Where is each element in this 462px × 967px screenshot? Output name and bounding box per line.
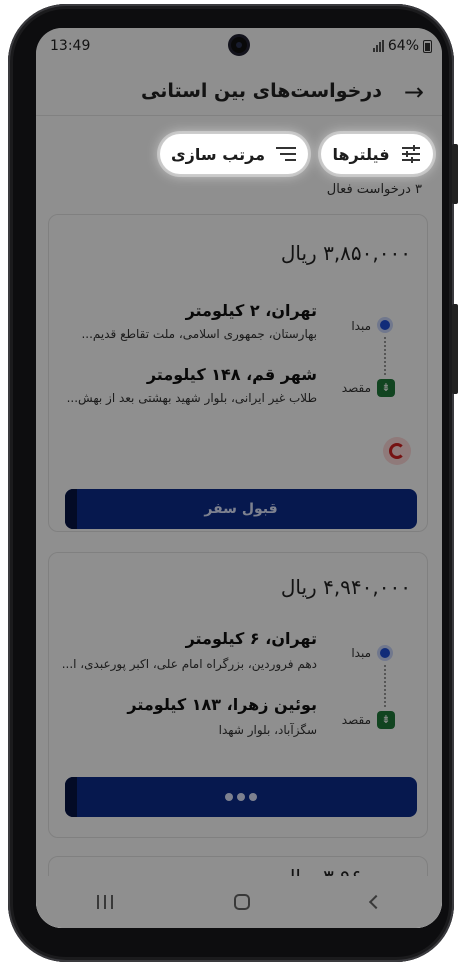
loading-dots-icon — [225, 793, 257, 801]
route-line — [384, 665, 386, 707]
destination-city: شهر قم، ۱۴۸ کیلومتر — [146, 365, 317, 384]
origin-address: دهم فروردین، بزرگراه امام علی، اکبر پورع… — [61, 657, 317, 671]
request-price: ۳,۸۵۰,۰۰۰ ریال — [280, 241, 411, 265]
origin-dot-icon — [377, 645, 393, 661]
request-price: ۴,۹۴۰,۰۰۰ ریال — [280, 575, 411, 599]
status-icons: 64% — [372, 38, 432, 54]
arrow-right-icon[interactable]: → — [404, 78, 424, 106]
destination-address: طلاب غیر ایرانی، بلوار شهید بهشتی بعد از… — [66, 391, 317, 405]
active-requests-count: ۳ درخواست فعال — [326, 182, 422, 197]
phone-frame: 13:49 64% درخواست‌های بین استانی → ۳ درخ… — [8, 4, 458, 962]
origin-city: تهران، ۲ کیلومتر — [185, 301, 317, 320]
signal-icon — [372, 40, 384, 52]
destination-address: سگزآباد، بلوار شهدا — [218, 723, 317, 737]
volume-button — [452, 144, 458, 204]
sort-label: مرتب سازی — [171, 144, 265, 164]
destination-marker-icon: ⇟ — [377, 711, 395, 729]
filter-label: فیلترها — [332, 144, 390, 164]
destination-label: مقصد — [341, 713, 371, 727]
company-logo-icon — [383, 437, 411, 465]
origin-address: بهارستان، جمهوری اسلامی، ملت تقاطع قدیم.… — [81, 327, 317, 341]
destination-label: مقصد — [341, 381, 371, 395]
system-navbar — [36, 876, 442, 928]
origin-label: مبدا — [351, 646, 371, 660]
battery-icon — [423, 39, 432, 53]
power-button — [452, 304, 458, 394]
accept-trip-button-loading[interactable] — [65, 777, 417, 817]
screen: 13:49 64% درخواست‌های بین استانی → ۳ درخ… — [36, 28, 442, 928]
route-line — [384, 337, 386, 375]
back-icon[interactable] — [369, 894, 384, 910]
request-card[interactable]: ۳,۸۵۰,۰۰۰ ریال ⇟ مبدا مقصد تهران، ۲ کیلو… — [48, 214, 428, 532]
page-title: درخواست‌های بین استانی — [141, 80, 382, 102]
filter-sliders-icon — [401, 145, 420, 163]
status-bar: 13:49 64% — [36, 28, 442, 64]
destination-city: بوئین زهرا، ۱۸۳ کیلومتر — [127, 695, 317, 714]
app-header: درخواست‌های بین استانی → — [36, 72, 442, 116]
origin-dot-icon — [377, 317, 393, 333]
request-card[interactable]: ۴,۹۴۰,۰۰۰ ریال ⇟ مبدا مقصد تهران، ۶ کیلو… — [48, 552, 428, 838]
origin-label: مبدا — [351, 319, 371, 333]
origin-city: تهران، ۶ کیلومتر — [185, 629, 317, 648]
recent-apps-icon[interactable] — [96, 895, 113, 909]
filter-button[interactable]: فیلترها — [321, 134, 433, 174]
sort-icon — [276, 147, 296, 161]
accept-trip-button[interactable]: قبول سفر — [65, 489, 417, 529]
front-camera — [228, 34, 250, 56]
accept-trip-label: قبول سفر — [204, 501, 278, 517]
status-time: 13:49 — [50, 38, 91, 54]
sort-button[interactable]: مرتب سازی — [160, 134, 308, 174]
home-icon[interactable] — [233, 894, 250, 910]
battery-percent: 64% — [387, 38, 419, 54]
destination-marker-icon: ⇟ — [377, 379, 395, 397]
